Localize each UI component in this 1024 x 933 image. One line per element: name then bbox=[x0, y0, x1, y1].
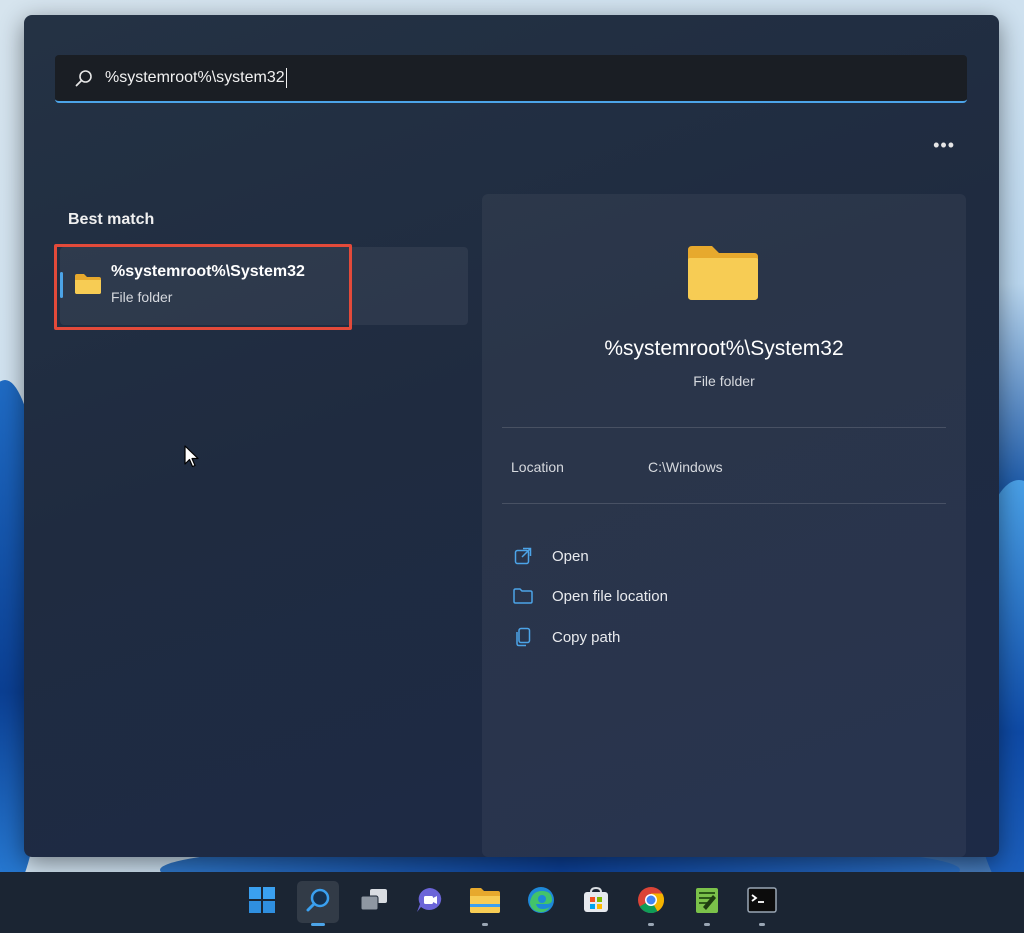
search-icon bbox=[73, 67, 95, 89]
detail-title: %systemroot%\System32 bbox=[604, 337, 844, 360]
chat-icon bbox=[415, 886, 445, 919]
highlight-annotation-box bbox=[54, 244, 352, 330]
edge-icon bbox=[526, 885, 556, 920]
location-value: C:\Windows bbox=[648, 459, 723, 475]
search-icon bbox=[305, 887, 331, 918]
taskbar-terminal-button[interactable] bbox=[741, 881, 783, 926]
taskbar-start-button[interactable] bbox=[241, 881, 283, 923]
search-input[interactable]: %systemroot%\system32 bbox=[55, 55, 967, 103]
open-action-label: Open bbox=[552, 547, 589, 565]
taskbar-search-button[interactable] bbox=[297, 881, 339, 926]
chrome-icon bbox=[636, 885, 666, 920]
more-options-button[interactable]: ••• bbox=[933, 135, 955, 156]
open-file-location-action[interactable]: Open file location bbox=[512, 585, 668, 607]
text-caret bbox=[285, 68, 287, 88]
copy-icon bbox=[512, 626, 534, 648]
file-explorer-icon bbox=[469, 886, 501, 919]
copy-path-label: Copy path bbox=[552, 628, 621, 646]
folder-large-icon bbox=[686, 244, 760, 307]
active-indicator bbox=[311, 923, 325, 926]
copy-path-action[interactable]: Copy path bbox=[512, 626, 620, 648]
folder-outline-icon bbox=[512, 585, 534, 607]
running-indicator bbox=[648, 923, 654, 926]
best-match-heading: Best match bbox=[68, 211, 155, 228]
taskbar bbox=[0, 872, 1024, 933]
search-query-text[interactable]: %systemroot%\system32 bbox=[105, 69, 285, 87]
open-action[interactable]: Open bbox=[512, 545, 589, 567]
open-external-icon bbox=[512, 545, 534, 567]
terminal-icon bbox=[747, 886, 777, 918]
running-indicator bbox=[759, 923, 765, 926]
taskbar-chat-button[interactable] bbox=[409, 881, 451, 923]
search-window: %systemroot%\system32 ••• Best match %sy… bbox=[24, 15, 999, 857]
running-indicator bbox=[482, 923, 488, 926]
task-view-icon bbox=[359, 888, 389, 917]
taskbar-task-view-button[interactable] bbox=[353, 881, 395, 923]
taskbar-chrome-button[interactable] bbox=[630, 881, 672, 926]
location-label: Location bbox=[511, 459, 564, 475]
running-indicator bbox=[704, 923, 710, 926]
notepad-plus-plus-icon bbox=[693, 885, 721, 920]
detail-subtitle: File folder bbox=[693, 373, 755, 389]
taskbar-store-button[interactable] bbox=[575, 881, 617, 923]
taskbar-file-explorer-button[interactable] bbox=[464, 881, 506, 926]
windows-logo-icon bbox=[248, 886, 276, 919]
taskbar-notepad-plus-plus-button[interactable] bbox=[686, 881, 728, 926]
store-icon bbox=[582, 886, 610, 919]
open-file-location-label: Open file location bbox=[552, 587, 668, 605]
divider bbox=[502, 503, 946, 504]
taskbar-edge-button[interactable] bbox=[520, 881, 562, 923]
mouse-cursor-icon bbox=[184, 445, 200, 474]
detail-panel: %systemroot%\System32 File folder Locati… bbox=[482, 194, 966, 857]
divider bbox=[502, 427, 946, 428]
